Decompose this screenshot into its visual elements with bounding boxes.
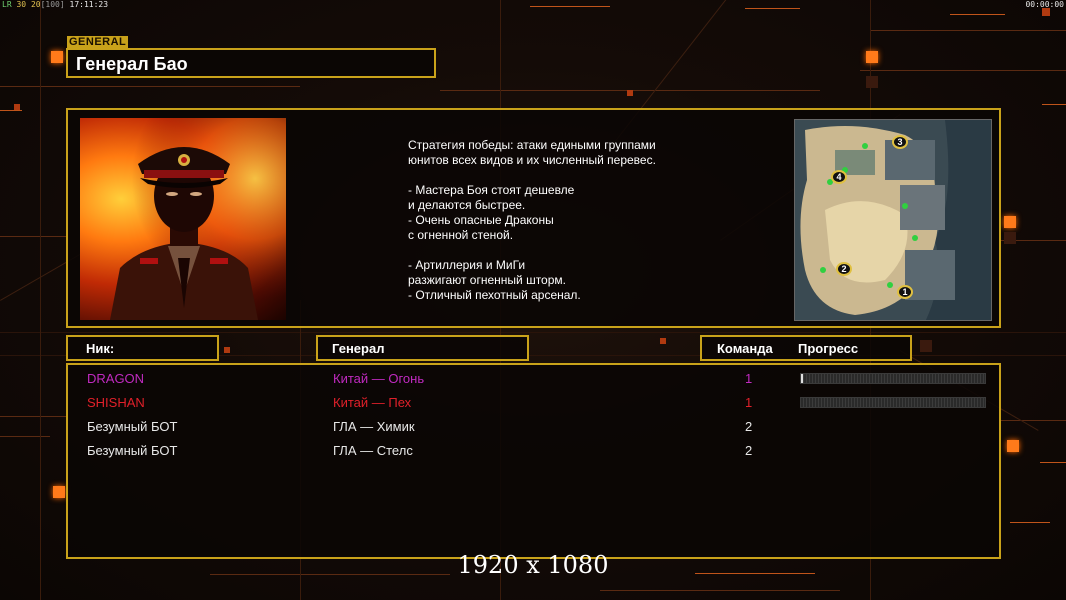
player-nick: DRAGON (87, 371, 145, 386)
player-row[interactable]: SHISHAN Китай — Пех 1 (68, 393, 999, 417)
general-header-label: Генерал (332, 341, 385, 356)
bg-line (870, 30, 1066, 31)
bg-square (660, 338, 666, 344)
map-slot-marker[interactable]: 3 (892, 135, 908, 149)
general-column-header: Генерал (316, 335, 529, 361)
bg-line (0, 416, 66, 417)
bg-square (866, 76, 878, 88)
player-team: 2 (745, 443, 753, 458)
player-nick: Безумный БОТ (87, 419, 178, 434)
bg-square (224, 347, 230, 353)
player-general: Китай — Пех (333, 395, 412, 410)
bg-line (530, 6, 610, 7)
general-title: Генерал Бао (76, 54, 188, 74)
fps-label: LR (2, 0, 12, 9)
bg-line (0, 332, 1066, 333)
bg-line (0, 436, 50, 437)
strategy-description: Стратегия победы: атаки едиными группами… (408, 138, 788, 303)
load-progress-fill (801, 374, 803, 383)
bg-vline (40, 0, 41, 600)
bg-line (1040, 462, 1066, 463)
bg-square (627, 90, 633, 96)
load-progress-bar (800, 397, 986, 408)
bg-line (745, 8, 800, 9)
player-team: 2 (745, 419, 753, 434)
bg-line (1042, 104, 1066, 105)
fps-value-b: 20 (30, 0, 41, 9)
title-frame: Генерал Бао (66, 48, 436, 78)
portrait-figure (80, 118, 286, 320)
player-general: ГЛА — Стелс (333, 443, 413, 458)
bg-line (860, 70, 1066, 71)
game-timer: 00:00:00 (1025, 0, 1064, 9)
general-portrait (80, 118, 286, 320)
players-list: DRAGON Китай — Огонь 1 SHISHAN Китай — Пех 1 Б… (66, 363, 1001, 559)
bg-line (1010, 522, 1050, 523)
map-slot-marker[interactable]: 4 (831, 170, 847, 184)
strategy-text: Стратегия победы: атаки едиными группами… (408, 138, 656, 302)
map-slot-marker[interactable]: 1 (897, 285, 913, 299)
fps-value-a: 30 (16, 0, 27, 9)
player-row[interactable]: DRAGON Китай — Огонь 1 (68, 369, 999, 393)
load-progress-bar (800, 373, 986, 384)
bg-line (1001, 420, 1066, 421)
resolution-label: 1920 x 1080 (457, 551, 609, 579)
bg-square (14, 104, 20, 110)
map-slot-marker[interactable]: 2 (836, 262, 852, 276)
bg-square (920, 340, 932, 352)
nick-header-label: Ник: (86, 341, 115, 356)
bg-square (866, 51, 878, 63)
player-general: Китай — Огонь (333, 371, 425, 386)
bg-square (53, 486, 65, 498)
player-team: 1 (745, 371, 753, 386)
bg-line (0, 110, 22, 111)
player-team: 1 (745, 395, 753, 410)
bg-line (950, 14, 1005, 15)
player-nick: Безумный БОТ (87, 443, 178, 458)
general-tag: GENERAL (67, 36, 129, 48)
player-row[interactable]: Безумный БОТ ГЛА — Стелс 2 (68, 441, 999, 465)
player-row[interactable]: Безумный БОТ ГЛА — Химик 2 (68, 417, 999, 441)
nick-column-header: Ник: (66, 335, 219, 361)
team-progress-column-header: Команда Прогресс (700, 335, 912, 361)
player-general: ГЛА — Химик (333, 419, 415, 434)
team-header-label: Команда (717, 341, 773, 356)
map-preview[interactable]: 3 4 2 1 (794, 119, 992, 321)
fps-readout: LR 30 20[100] 17:11:23 (2, 0, 108, 9)
bg-line (0, 236, 66, 237)
player-nick: SHISHAN (87, 395, 145, 410)
general-info-panel: Стратегия победы: атаки едиными группами… (66, 108, 1001, 328)
bg-square (1007, 440, 1019, 452)
bg-square (1042, 8, 1050, 16)
map-terrain (795, 120, 991, 320)
bg-square (1004, 216, 1016, 228)
bg-line (600, 590, 840, 591)
bg-square (1004, 232, 1016, 244)
clock: 17:11:23 (69, 0, 109, 9)
bg-square (51, 51, 63, 63)
progress-header-label: Прогресс (798, 341, 859, 356)
fps-value-c: [100] (40, 0, 65, 9)
bg-line (0, 86, 300, 87)
